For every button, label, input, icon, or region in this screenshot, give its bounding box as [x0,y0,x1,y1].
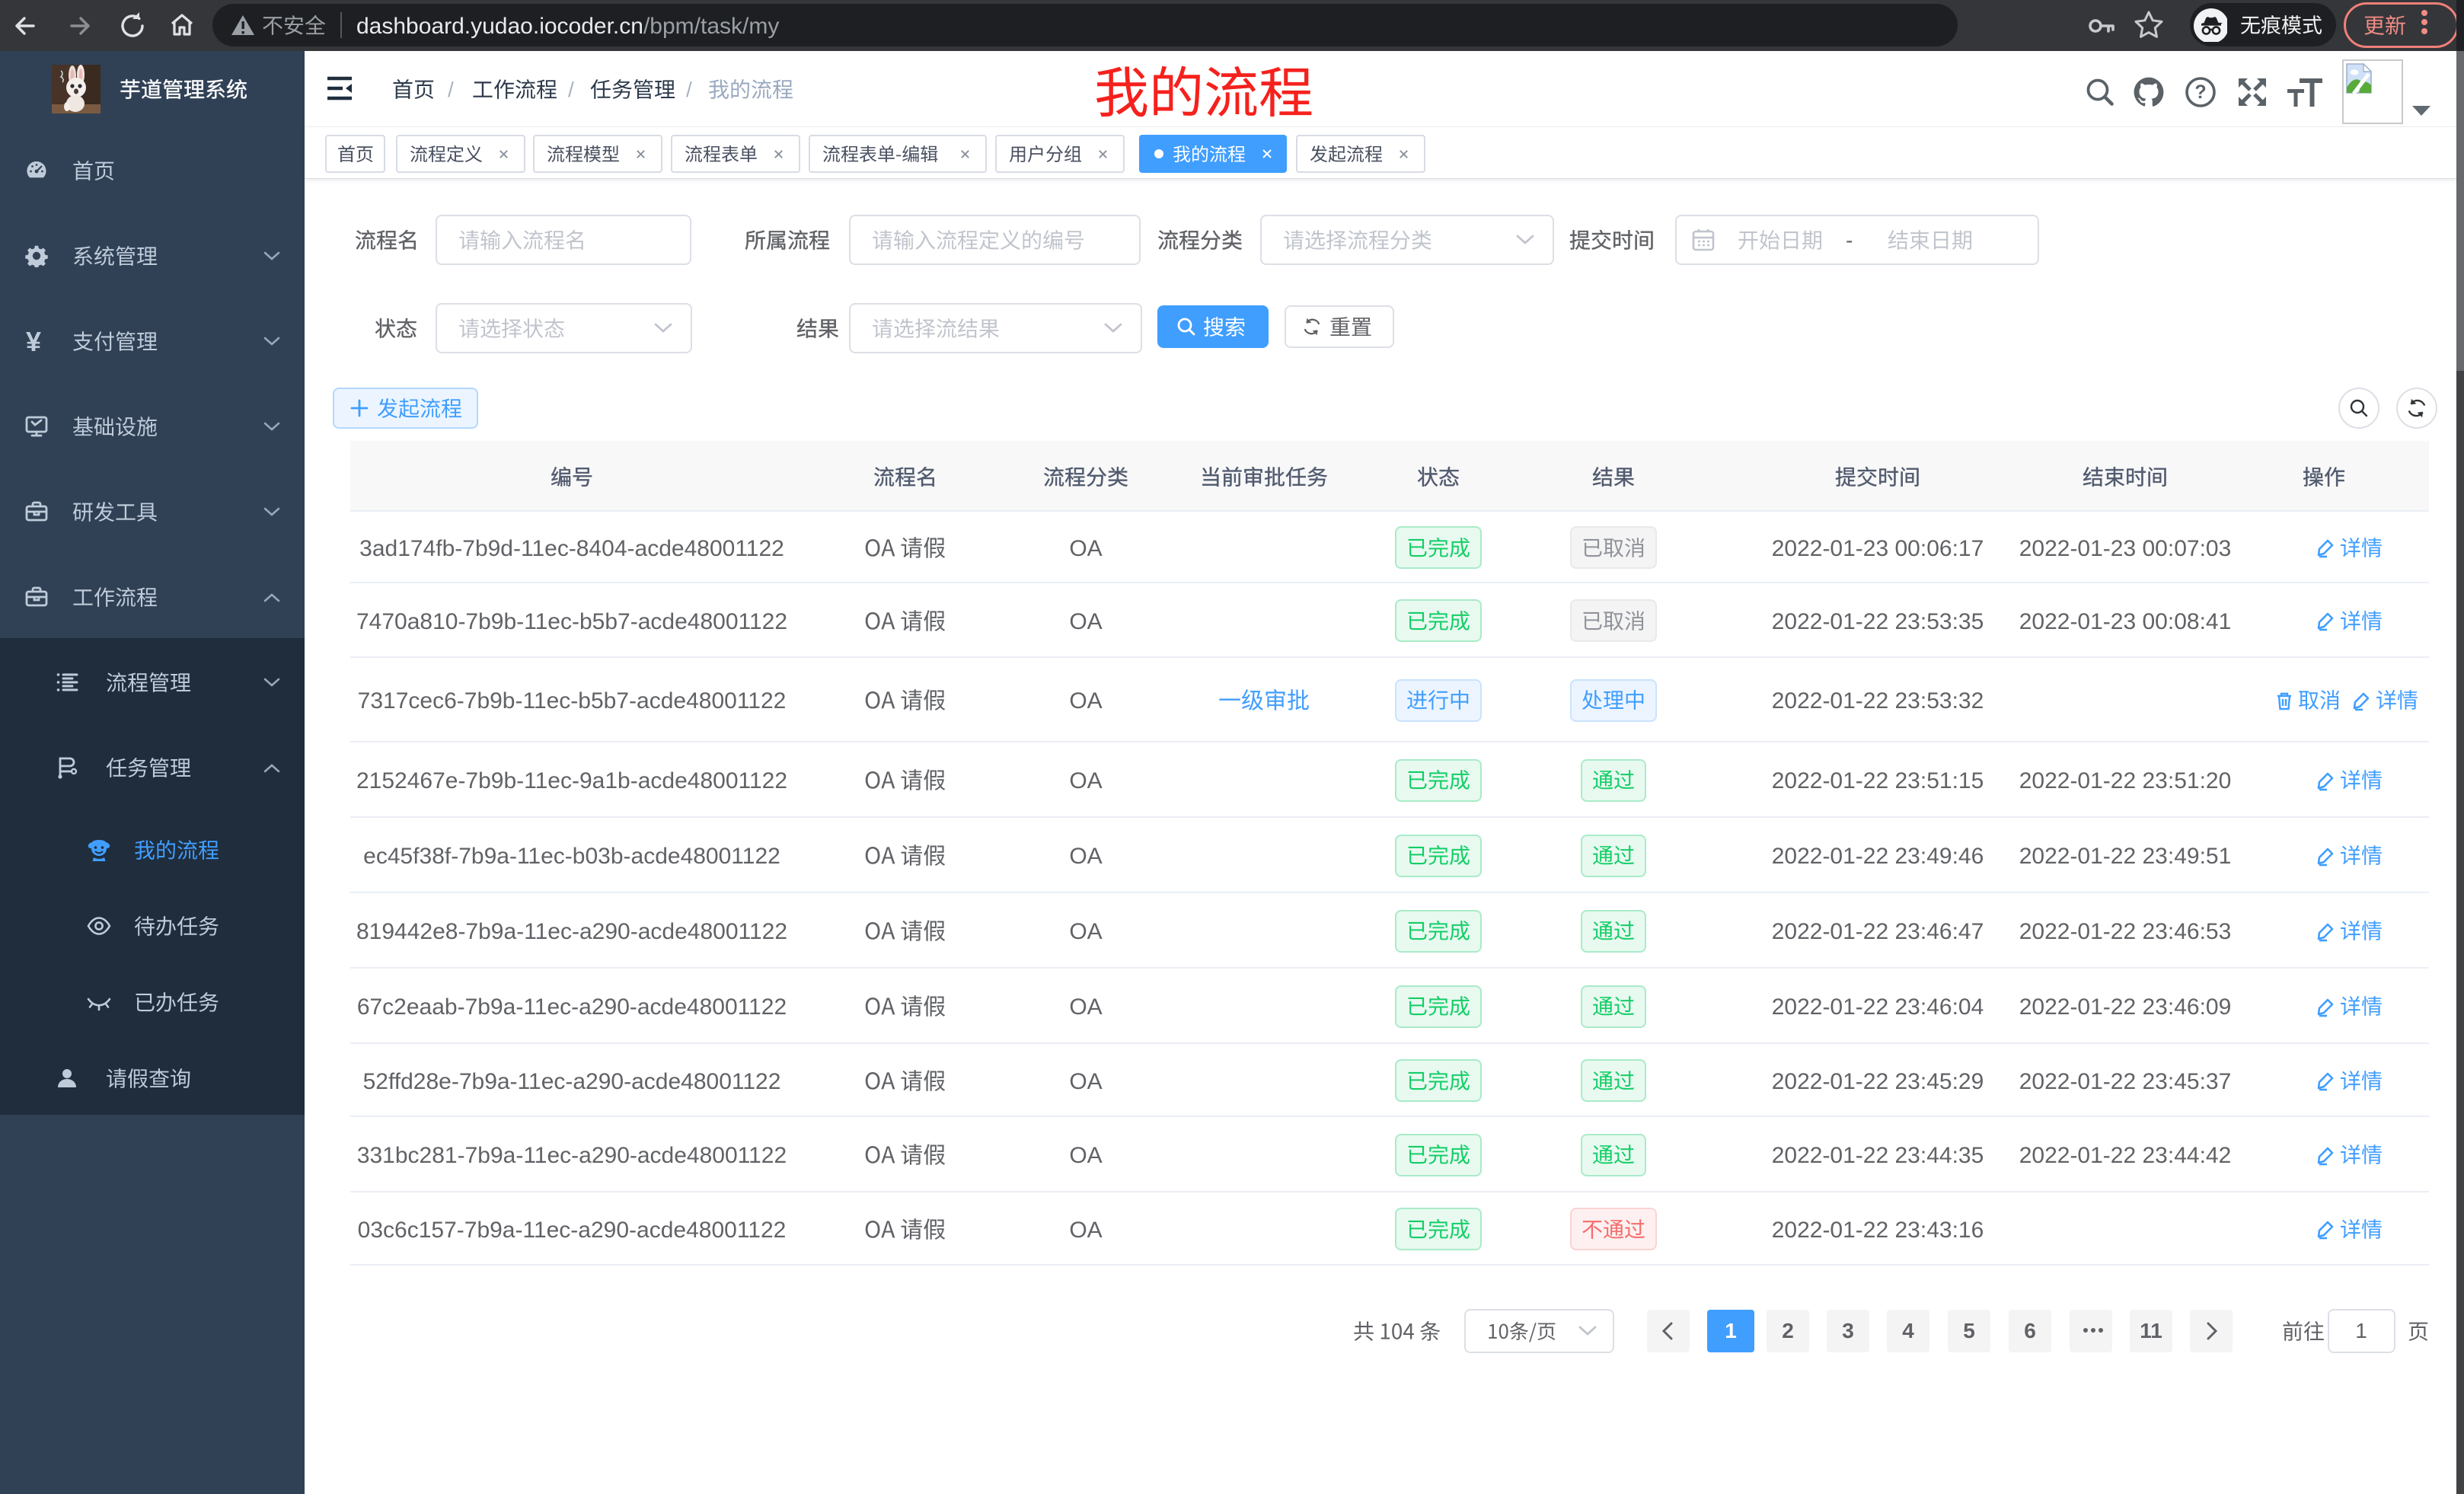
svg-text:?: ? [2194,81,2206,103]
